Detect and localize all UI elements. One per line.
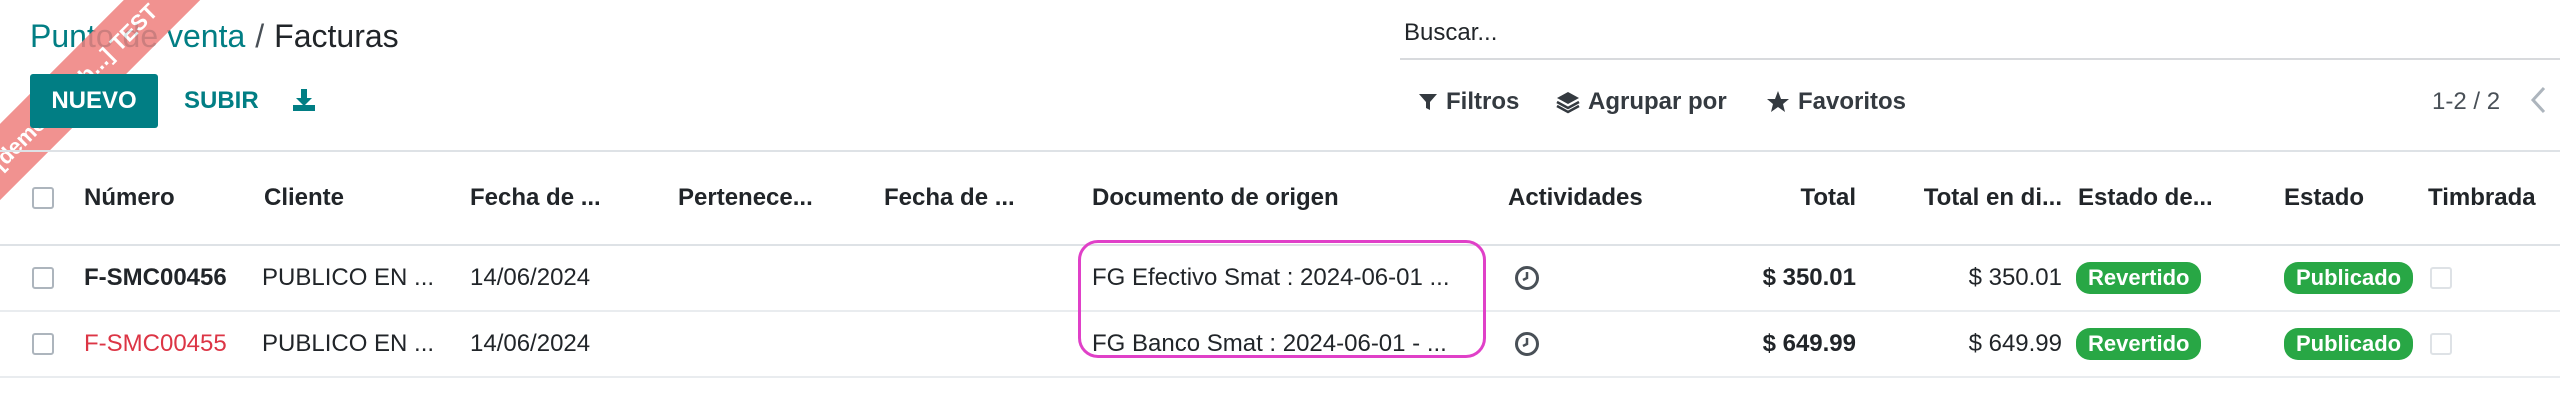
customer: PUBLICO EN ... bbox=[262, 330, 435, 357]
col-fecha-2[interactable]: Fecha de ... bbox=[884, 152, 1084, 244]
select-all-cell bbox=[32, 152, 62, 244]
pager-prev-button[interactable] bbox=[2530, 86, 2546, 121]
customer: PUBLICO EN ... bbox=[262, 264, 435, 291]
row-select-cell bbox=[32, 312, 62, 376]
group-by-button[interactable]: Agrupar por bbox=[1556, 88, 1727, 116]
col-cliente[interactable]: Cliente bbox=[264, 152, 454, 244]
group-by-label: Agrupar por bbox=[1588, 88, 1727, 115]
clock-icon bbox=[1515, 332, 1539, 356]
status-badge: Publicado bbox=[2284, 328, 2414, 360]
col-total[interactable]: Total bbox=[1720, 152, 1856, 244]
row-checkbox[interactable] bbox=[32, 333, 54, 355]
filters-label: Filtros bbox=[1446, 88, 1520, 115]
status-badge: Revertido bbox=[2076, 262, 2202, 294]
download-icon bbox=[293, 89, 315, 111]
invoice-number: F-SMC00455 bbox=[84, 330, 227, 357]
col-actividades[interactable]: Actividades bbox=[1508, 152, 1708, 244]
pager-range[interactable]: 1-2 / 2 bbox=[2432, 88, 2500, 116]
timbrada-cell bbox=[2430, 312, 2460, 376]
col-fecha[interactable]: Fecha de ... bbox=[470, 152, 660, 244]
timbrada-checkbox bbox=[2430, 333, 2452, 355]
timbrada-checkbox bbox=[2430, 267, 2452, 289]
search-bar bbox=[1400, 8, 2560, 60]
col-total-divisa[interactable]: Total en di... bbox=[1876, 152, 2062, 244]
filter-icon bbox=[1419, 94, 1437, 110]
invoice-table: Número Cliente Fecha de ... Pertenece...… bbox=[0, 150, 2560, 378]
col-pertenece[interactable]: Pertenece... bbox=[678, 152, 868, 244]
total-currency: $ 350.01 bbox=[1968, 264, 2062, 291]
activity-button[interactable] bbox=[1514, 312, 1554, 376]
status-badge: Publicado bbox=[2284, 262, 2414, 294]
total-currency: $ 649.99 bbox=[1968, 330, 2062, 357]
filters-button[interactable]: Filtros bbox=[1418, 88, 1519, 116]
table-row[interactable]: F-SMC00455 PUBLICO EN ... 14/06/2024 FG … bbox=[0, 312, 2560, 378]
search-input[interactable] bbox=[1400, 8, 2560, 52]
belongs-to bbox=[678, 312, 868, 376]
favorites-button[interactable]: Favoritos bbox=[1766, 88, 1906, 116]
chevron-left-icon bbox=[2530, 86, 2546, 114]
table-header: Número Cliente Fecha de ... Pertenece...… bbox=[0, 150, 2560, 246]
page-title: Facturas bbox=[274, 18, 399, 54]
col-numero[interactable]: Número bbox=[84, 152, 254, 244]
star-icon bbox=[1767, 91, 1789, 112]
col-estado[interactable]: Estado bbox=[2284, 152, 2414, 244]
favorites-label: Favoritos bbox=[1798, 88, 1907, 115]
invoice-date: 14/06/2024 bbox=[470, 264, 591, 291]
download-button[interactable] bbox=[286, 82, 322, 118]
row-select-cell bbox=[32, 246, 62, 310]
invoice-number: F-SMC00456 bbox=[84, 264, 227, 291]
state-cell: Publicado bbox=[2284, 312, 2424, 376]
state-cell: Publicado bbox=[2284, 246, 2424, 310]
date-2 bbox=[884, 312, 1084, 376]
new-button[interactable]: NUEVO bbox=[30, 74, 158, 128]
payment-state-cell: Revertido bbox=[2076, 246, 2236, 310]
status-badge: Revertido bbox=[2076, 328, 2202, 360]
upload-button[interactable]: SUBIR bbox=[170, 74, 273, 128]
invoice-date: 14/06/2024 bbox=[470, 330, 591, 357]
table-row[interactable]: F-SMC00456 PUBLICO EN ... 14/06/2024 FG … bbox=[0, 246, 2560, 312]
layers-icon bbox=[1556, 92, 1580, 114]
select-all-checkbox[interactable] bbox=[32, 187, 54, 209]
row-checkbox[interactable] bbox=[32, 267, 54, 289]
col-documento-origen[interactable]: Documento de origen bbox=[1092, 152, 1492, 244]
total-amount: $ 350.01 bbox=[1762, 264, 1856, 291]
col-timbrada[interactable]: Timbrada bbox=[2428, 152, 2560, 244]
source-document: FG Efectivo Smat : 2024-06-01 ... bbox=[1092, 264, 1450, 291]
date-2 bbox=[884, 246, 1084, 310]
clock-icon bbox=[1515, 266, 1539, 290]
belongs-to bbox=[678, 246, 868, 310]
col-estado-pago[interactable]: Estado de... bbox=[2078, 152, 2228, 244]
breadcrumb-separator: / bbox=[255, 18, 265, 54]
source-document: FG Banco Smat : 2024-06-01 - ... bbox=[1092, 330, 1447, 357]
timbrada-cell bbox=[2430, 246, 2460, 310]
activity-button[interactable] bbox=[1514, 246, 1554, 310]
total-amount: $ 649.99 bbox=[1762, 330, 1856, 357]
payment-state-cell: Revertido bbox=[2076, 312, 2236, 376]
